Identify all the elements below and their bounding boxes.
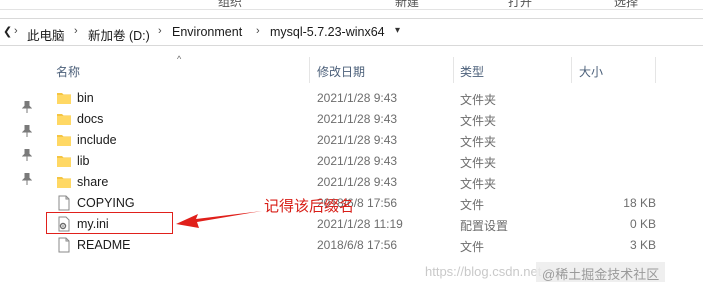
file-type: 文件 [460, 198, 485, 212]
column-header-date[interactable]: 修改日期 [317, 63, 365, 80]
folder-icon [57, 156, 71, 167]
breadcrumb-separator-icon[interactable]: › [14, 25, 18, 37]
file-date: 2021/1/28 9:43 [317, 112, 398, 126]
watermark-csdn: https://blog.csdn.net [425, 264, 542, 279]
breadcrumb-environment[interactable]: Environment [172, 25, 242, 39]
ribbon-strip: 组织 新建 打开 选择 [0, 0, 703, 10]
annotation-text: 记得该后缀名 [264, 197, 355, 215]
folder-icon [57, 177, 71, 188]
file-size: 0 KB [629, 217, 656, 231]
file-type: 文件 [460, 240, 485, 254]
pin-icon[interactable] [22, 173, 32, 185]
file-type: 文件夹 [460, 177, 497, 191]
folder-icon [57, 114, 71, 125]
folder-icon [57, 93, 71, 104]
pin-icon[interactable] [22, 101, 32, 113]
file-icon [58, 195, 70, 211]
breadcrumb-separator-icon[interactable]: › [74, 25, 78, 37]
column-divider[interactable] [571, 57, 572, 83]
file-row[interactable]: bin 2021/1/28 9:43 文件夹 [46, 88, 666, 109]
breadcrumb-separator-icon[interactable]: › [158, 25, 162, 37]
file-type: 配置设置 [460, 219, 509, 233]
column-divider[interactable] [453, 57, 454, 83]
highlight-box [46, 212, 173, 234]
file-date: 2021/1/28 9:43 [317, 175, 398, 189]
address-bar[interactable]: ❮ › 此电脑 › 新加卷 (D:) › Environment › mysql… [0, 18, 703, 46]
folder-icon [57, 135, 71, 146]
pin-icon[interactable] [22, 125, 32, 137]
breadcrumb-drive-d[interactable]: 新加卷 (D:) [88, 25, 150, 44]
file-name: docs [77, 112, 104, 126]
file-size: 3 KB [629, 238, 656, 252]
file-name: COPYING [77, 196, 135, 210]
file-name: README [77, 238, 131, 252]
column-header-size[interactable]: 大小 [579, 63, 603, 80]
column-divider[interactable] [309, 57, 310, 83]
file-date: 2021/1/28 9:43 [317, 154, 398, 168]
column-header-type[interactable]: 类型 [460, 63, 484, 80]
chevron-down-icon[interactable]: ▾ [395, 25, 400, 36]
file-type: 文件夹 [460, 93, 497, 107]
file-size: 18 KB [623, 196, 656, 210]
sort-ascending-icon: ^ [177, 54, 182, 64]
file-date: 2021/1/28 9:43 [317, 133, 398, 147]
file-type: 文件夹 [460, 114, 497, 128]
breadcrumb-this-pc[interactable]: 此电脑 [27, 25, 65, 44]
file-row[interactable]: COPYING 2018/6/8 17:56 文件 18 KB [46, 193, 666, 214]
file-row[interactable]: share 2021/1/28 9:43 文件夹 [46, 172, 666, 193]
file-name: include [77, 133, 117, 147]
watermark-juejin: @稀土掘金技术社区 [536, 262, 666, 282]
file-name: lib [77, 154, 90, 168]
file-type: 文件夹 [460, 156, 497, 170]
ribbon-item-select[interactable]: 选择 [614, 0, 638, 9]
file-date: 2021/1/28 11:19 [317, 217, 403, 231]
file-name: share [77, 175, 109, 189]
breadcrumb-mysql-folder[interactable]: mysql-5.7.23-winx64 [270, 25, 385, 39]
file-row[interactable]: lib 2021/1/28 9:43 文件夹 [46, 151, 666, 172]
navigation-pane [0, 47, 40, 292]
ribbon-item-new[interactable]: 新建 [395, 0, 419, 9]
annotation-arrow-icon [176, 211, 262, 228]
file-row[interactable]: include 2021/1/28 9:43 文件夹 [46, 130, 666, 151]
column-divider[interactable] [655, 57, 656, 83]
file-row[interactable]: docs 2021/1/28 9:43 文件夹 [46, 109, 666, 130]
ribbon-item-open[interactable]: 打开 [508, 0, 532, 9]
file-date: 2018/6/8 17:56 [317, 238, 398, 252]
file-icon [58, 237, 70, 253]
column-header-row: ^ 名称 修改日期 类型 大小 [46, 54, 656, 83]
file-row[interactable]: README 2018/6/8 17:56 文件 3 KB [46, 235, 666, 256]
breadcrumb-separator-icon[interactable]: › [256, 25, 260, 37]
file-name: bin [77, 91, 94, 105]
pin-icon[interactable] [22, 149, 32, 161]
ribbon-item-organize[interactable]: 组织 [218, 0, 242, 9]
column-header-name[interactable]: 名称 [56, 63, 80, 80]
file-type: 文件夹 [460, 135, 497, 149]
file-date: 2021/1/28 9:43 [317, 91, 398, 105]
